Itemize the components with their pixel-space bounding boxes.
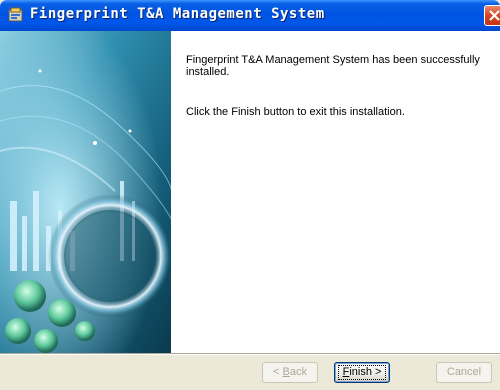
cancel-button[interactable]: Cancel <box>436 362 492 383</box>
close-icon <box>489 10 500 21</box>
close-button[interactable] <box>484 5 500 26</box>
back-label-prefix: < <box>273 366 283 378</box>
fingerprint-tech-banner <box>0 31 171 353</box>
back-button[interactable]: < Back <box>262 362 318 383</box>
title-bar[interactable]: Fingerprint T&A Management System <box>0 0 500 31</box>
finish-button[interactable]: Finish > <box>334 362 390 383</box>
content-panel: Fingerprint T&A Management System has be… <box>171 31 500 353</box>
back-label-rest: ack <box>289 366 307 378</box>
focus-rectangle <box>338 365 386 380</box>
back-label-mnemonic: B <box>282 366 290 378</box>
side-banner-image <box>0 31 171 353</box>
installer-window: Fingerprint T&A Management System Finger… <box>0 0 500 390</box>
footer-divider <box>0 353 500 355</box>
finish-instruction: Click the Finish button to exit this ins… <box>186 106 405 118</box>
window-title: Fingerprint T&A Management System <box>30 6 325 22</box>
installer-app-icon <box>8 7 23 22</box>
install-success-message: Fingerprint T&A Management System has be… <box>186 54 480 78</box>
